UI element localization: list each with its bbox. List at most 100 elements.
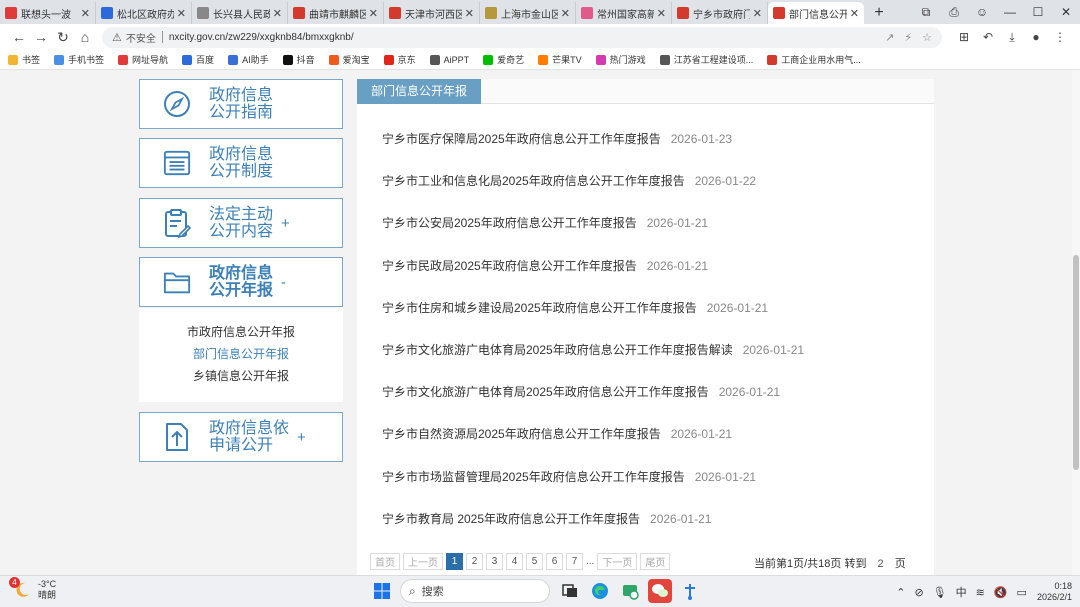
close-tab-icon[interactable]: ✕ [81, 7, 90, 20]
bookmark-item[interactable]: 网址导航 [118, 53, 168, 66]
download-icon[interactable]: ⤓ [1000, 30, 1024, 45]
forward-button[interactable]: → [30, 29, 52, 45]
url-field[interactable]: ⚠ 不安全 nxcity.gov.cn/zw229/xxgknb84/bmxxg… [102, 26, 942, 48]
profile-icon[interactable]: ● [1024, 30, 1048, 45]
taskbar-search[interactable]: ⌕ 搜索 [400, 579, 550, 603]
browser-tab[interactable]: 宁乡市政府门户✕ [672, 2, 768, 24]
page-number-button[interactable]: 2 [466, 553, 483, 570]
content-tab[interactable]: 部门信息公开年报 [357, 79, 482, 104]
close-tab-icon[interactable]: ✕ [561, 7, 570, 20]
browser-tab[interactable]: 上海市金山区 ✕ [480, 2, 576, 24]
goto-page-input[interactable]: 2 [878, 558, 884, 570]
menu-icon[interactable]: ⋮ [1048, 30, 1072, 45]
list-item[interactable]: 宁乡市医疗保障局2025年政府信息公开工作年度报告 2026-01-23 [382, 131, 732, 147]
close-tab-icon[interactable]: ✕ [465, 7, 474, 20]
close-tab-icon[interactable]: ✕ [369, 7, 378, 20]
page-number-button[interactable]: 1 [446, 553, 463, 570]
browser-tab[interactable]: 联想头一波 ✕ [0, 2, 96, 24]
share-icon[interactable]: ↗ [885, 31, 894, 44]
report-title-link[interactable]: 宁乡市住房和城乡建设局2025年政府信息公开工作年度报告 [382, 301, 697, 315]
close-tab-icon[interactable]: ✕ [273, 7, 282, 20]
weather-widget[interactable]: 4 -3°C 晴朗 [9, 577, 56, 601]
list-item[interactable]: 宁乡市公安局2025年政府信息公开工作年度报告 2026-01-21 [382, 215, 708, 231]
bookmark-item[interactable]: 抖音 [282, 53, 315, 66]
scroll-thumb[interactable] [1073, 255, 1079, 470]
tab-actions-icon[interactable]: ⧉ [912, 5, 940, 20]
page-number-button[interactable]: 5 [526, 553, 543, 570]
task-view-icon[interactable] [558, 579, 582, 603]
report-title-link[interactable]: 宁乡市自然资源局2025年政府信息公开工作年度报告 [382, 427, 661, 441]
list-item[interactable]: 宁乡市自然资源局2025年政府信息公开工作年度报告 2026-01-21 [382, 426, 732, 442]
next-page-button[interactable]: 下一页 [597, 553, 638, 570]
back-button[interactable]: ← [8, 29, 30, 45]
maximize-button[interactable]: ☐ [1024, 5, 1052, 19]
report-title-link[interactable]: 宁乡市文化旅游广电体育局2025年政府信息公开工作年度报告 [382, 385, 709, 399]
bookmark-item[interactable]: 京东 [383, 53, 416, 66]
report-title-link[interactable]: 宁乡市工业和信息化局2025年政府信息公开工作年度报告 [382, 174, 685, 188]
battery-icon[interactable]: ▭ [1017, 586, 1027, 599]
sidebar-item-guide[interactable]: 政府信息 公开指南 [139, 79, 343, 129]
browser-tab[interactable]: 长兴县人民政府✕ [192, 2, 288, 24]
expand-icon[interactable]: + [297, 429, 306, 446]
bookmark-item[interactable]: 江苏省工程建设项... [659, 53, 753, 66]
report-title-link[interactable]: 宁乡市教育局 2025年政府信息公开工作年度报告 [382, 512, 640, 526]
url-text[interactable]: nxcity.gov.cn/zw229/xxgknb84/bmxxgknb/ [169, 32, 875, 43]
report-title-link[interactable]: 宁乡市文化旅游广电体育局2025年政府信息公开工作年度报告解读 [382, 343, 733, 357]
wechat-icon[interactable] [648, 579, 672, 603]
sidebar-item-apply[interactable]: 政府信息依 申请公开 + [139, 412, 343, 462]
list-item[interactable]: 宁乡市教育局 2025年政府信息公开工作年度报告 2026-01-21 [382, 511, 711, 527]
browser-tab[interactable]: 松北区政府办公✕ [96, 2, 192, 24]
reload-button[interactable]: ↻ [52, 29, 74, 46]
page-number-button[interactable]: 7 [566, 553, 583, 570]
close-tab-icon[interactable]: ✕ [753, 7, 762, 20]
bookmark-item[interactable]: 百度 [182, 53, 214, 66]
list-item[interactable]: 宁乡市民政局2025年政府信息公开工作年度报告 2026-01-21 [382, 258, 708, 274]
close-tab-icon[interactable]: ✕ [657, 7, 666, 20]
collapse-icon[interactable]: - [281, 274, 286, 291]
list-item[interactable]: 宁乡市文化旅游广电体育局2025年政府信息公开工作年度报告解读 2026-01-2… [382, 342, 804, 358]
first-page-button[interactable]: 首页 [370, 553, 400, 570]
sidebar-item-annual-report[interactable]: 政府信息 公开年报 - [139, 257, 343, 307]
report-title-link[interactable]: 宁乡市医疗保障局2025年政府信息公开工作年度报告 [382, 132, 661, 146]
bookmark-item[interactable]: AiPPT [429, 54, 469, 65]
bookmark-item[interactable]: 书签 [8, 53, 40, 66]
submenu-item-department[interactable]: 部门信息公开年报 [139, 343, 343, 365]
clock[interactable]: 0:18 2026/2/1 [1037, 581, 1072, 603]
user-icon[interactable]: ☺ [968, 5, 996, 19]
bookmark-item[interactable]: 手机书签 [54, 53, 104, 66]
bookmark-item[interactable]: 热门游戏 [595, 53, 646, 66]
chevron-up-icon[interactable]: ⌃ [896, 586, 905, 599]
close-tab-icon[interactable]: ✕ [177, 7, 186, 20]
browser-tab[interactable]: 天津市河西区 ✕ [384, 2, 480, 24]
page-number-button[interactable]: 4 [506, 553, 523, 570]
browser-tab[interactable]: 常州国家高新区✕ [576, 2, 672, 24]
home-button[interactable]: ⌂ [74, 29, 96, 45]
list-item[interactable]: 宁乡市工业和信息化局2025年政府信息公开工作年度报告 2026-01-22 [382, 173, 756, 189]
star-icon[interactable]: ☆ [922, 31, 932, 44]
sidebar-item-system[interactable]: 政府信息 公开制度 [139, 138, 343, 188]
volume-mute-icon[interactable]: 🔇 [994, 586, 1008, 599]
app-icon[interactable] [618, 579, 642, 603]
history-icon[interactable]: ↶ [976, 30, 1000, 45]
close-tab-icon[interactable]: ✕ [850, 7, 859, 20]
extensions-icon[interactable]: ⊞ [952, 30, 976, 45]
printer-icon[interactable]: ⎙ [940, 5, 968, 20]
extension-icon[interactable]: ⚡ [904, 31, 912, 44]
minimize-button[interactable]: — [996, 5, 1024, 19]
list-item[interactable]: 宁乡市住房和城乡建设局2025年政府信息公开工作年度报告 2026-01-21 [382, 300, 768, 316]
prev-page-button[interactable]: 上一页 [403, 553, 443, 570]
bookmark-item[interactable]: 爱奇艺 [483, 53, 524, 66]
microphone-icon[interactable]: 🎙 [933, 586, 947, 599]
windows-start-icon[interactable] [370, 579, 394, 603]
bookmark-item[interactable]: 爱淘宝 [328, 53, 370, 66]
report-title-link[interactable]: 宁乡市民政局2025年政府信息公开工作年度报告 [382, 259, 637, 273]
last-page-button[interactable]: 尾页 [640, 553, 671, 570]
new-tab-button[interactable]: + [868, 2, 890, 24]
page-number-button[interactable]: 6 [546, 553, 563, 570]
submenu-item-township[interactable]: 乡镇信息公开年报 [139, 365, 343, 387]
edge-browser-icon[interactable] [588, 579, 612, 603]
ime-indicator[interactable]: 中 [956, 584, 967, 600]
report-title-link[interactable]: 宁乡市公安局2025年政府信息公开工作年度报告 [382, 216, 637, 230]
bookmark-item[interactable]: AI助手 [228, 53, 269, 66]
network-tool-icon[interactable] [678, 579, 702, 603]
